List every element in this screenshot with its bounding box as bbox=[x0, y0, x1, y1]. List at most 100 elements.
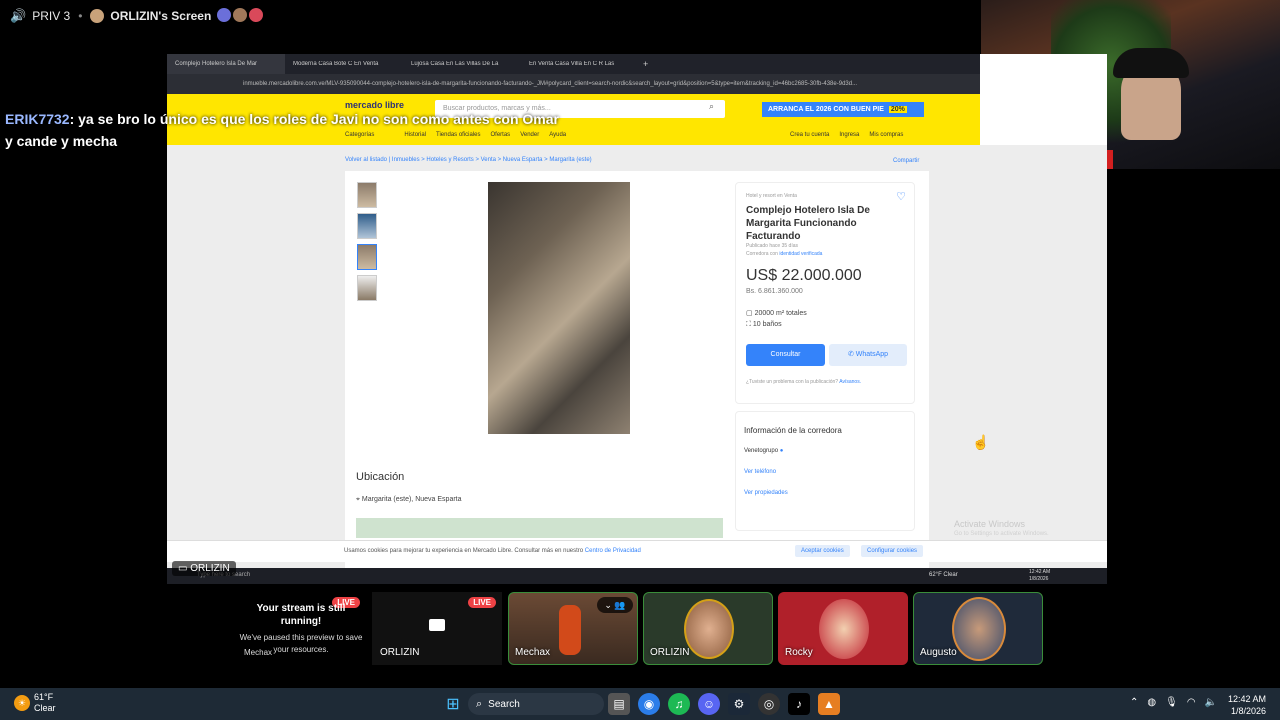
cookie-banner: Usamos cookies para mejorar tu experienc… bbox=[167, 540, 1107, 562]
gallery-thumbnail[interactable] bbox=[357, 182, 377, 208]
nav-item[interactable]: Mis compras bbox=[869, 132, 903, 138]
chat-username: ERIK7732 bbox=[5, 111, 70, 127]
network-icon[interactable]: ◍ bbox=[1147, 697, 1156, 708]
inner-time: 12:42 AM bbox=[1029, 569, 1051, 575]
paused-title: Your stream is still running! bbox=[256, 603, 346, 627]
new-tab-icon[interactable]: + bbox=[643, 59, 648, 69]
participant-tile[interactable]: ⌄ 👥 Mechax bbox=[508, 592, 638, 665]
browser-tab[interactable]: En Venta Casa Villa En C R Las bbox=[521, 61, 639, 67]
tiktok-icon[interactable]: ♪ bbox=[788, 693, 810, 715]
stream-owner-name: ORLIZIN bbox=[190, 563, 230, 574]
url-bar[interactable]: inmueble.mercadolibre.com.ve/MLV-9350900… bbox=[167, 74, 980, 94]
participant-tile[interactable]: Augusto bbox=[913, 592, 1043, 665]
taskbar-search[interactable]: ⌕ Search bbox=[468, 693, 604, 715]
accept-cookies-button[interactable]: Aceptar cookies bbox=[795, 545, 850, 557]
seller-name: Venetogrupo bbox=[744, 448, 779, 454]
system-tray: ⌃ ◍ 🎙 ◠ 🔈 bbox=[1130, 697, 1217, 708]
weather-condition: Clear bbox=[34, 703, 56, 713]
area-icon: ▢ bbox=[746, 310, 753, 317]
weather-widget[interactable]: ☀ 61°F Clear bbox=[10, 692, 56, 714]
file-explorer-icon[interactable]: ▤ bbox=[608, 693, 630, 715]
channel-name[interactable]: PRIV 3 bbox=[32, 9, 70, 23]
activate-sub: Go to Settings to activate Windows. bbox=[954, 531, 1049, 537]
separator: • bbox=[78, 9, 83, 23]
main-photo[interactable] bbox=[488, 182, 630, 434]
discord-icon[interactable]: ☺ bbox=[698, 693, 720, 715]
avatar bbox=[249, 7, 264, 22]
contact-button[interactable]: Consultar bbox=[746, 344, 825, 366]
avatar bbox=[952, 597, 1006, 661]
obs-icon[interactable]: ◎ bbox=[758, 693, 780, 715]
windows-start-icon[interactable]: ⊞ bbox=[442, 693, 464, 715]
whatsapp-button[interactable]: ✆ WhatsApp bbox=[829, 344, 907, 366]
broker-verified[interactable]: identidad verificada bbox=[779, 251, 822, 257]
seller-phone-link[interactable]: Ver teléfono bbox=[744, 469, 776, 475]
nav-item[interactable]: Ingresa bbox=[839, 132, 859, 138]
app-icon[interactable]: ▲ bbox=[818, 693, 840, 715]
breadcrumb[interactable]: Volver al listado | Inmuebles > Hoteles … bbox=[345, 157, 592, 163]
taskbar-icons: ⊞ ⌕ Search ▤ ◉ ♫ ☺ ⚙ ◎ ♪ ▲ bbox=[438, 693, 844, 715]
live-badge: LIVE bbox=[468, 597, 496, 608]
tile-name: ORLIZIN bbox=[650, 647, 690, 658]
spotify-icon[interactable]: ♫ bbox=[668, 693, 690, 715]
browser-tab[interactable]: Lujosa Casa En Las Villas De La bbox=[403, 61, 521, 67]
search-icon: ⌕ bbox=[476, 697, 483, 710]
privacy-link[interactable]: Centro de Privacidad bbox=[585, 548, 641, 554]
microphone-icon[interactable]: 🎙 bbox=[1165, 697, 1178, 708]
clock-date: 1/8/2026 bbox=[1230, 706, 1267, 716]
chat-overlay: ERIK7732: ya se bro lo único es que los … bbox=[5, 108, 565, 152]
gallery-thumbnail[interactable] bbox=[357, 275, 377, 301]
clock-time: 12:42 AM bbox=[1228, 694, 1267, 704]
activate-title: Activate Windows bbox=[954, 519, 1026, 529]
chevron-down-icon[interactable]: ⌄ 👥 bbox=[597, 597, 633, 613]
streamer-hair bbox=[1113, 48, 1189, 78]
promo-text: ARRANCA EL 2026 CON BUEN PIE bbox=[768, 106, 884, 113]
tile-name: Mechax bbox=[515, 647, 551, 658]
tile-name: Mechax bbox=[244, 648, 273, 657]
whatsapp-label: WhatsApp bbox=[855, 351, 889, 358]
tile-name: Rocky bbox=[785, 647, 813, 658]
configure-cookies-button[interactable]: Configurar cookies bbox=[861, 545, 924, 557]
participant-tile[interactable]: LIVE ORLIZIN bbox=[372, 592, 502, 665]
steam-icon[interactable]: ⚙ bbox=[728, 693, 750, 715]
problem-text: ¿Tuviste un problema con la publicación? bbox=[746, 379, 839, 385]
share-link[interactable]: Compartir bbox=[893, 158, 919, 164]
search-icon[interactable]: ⌕ bbox=[709, 101, 714, 112]
area-value: 20000 m² totales bbox=[754, 310, 807, 317]
category-label: Hotel y resort en Venta bbox=[746, 193, 797, 199]
nav-item[interactable]: Crea tu cuenta bbox=[790, 132, 829, 138]
clock[interactable]: 12:42 AM 1/8/2026 bbox=[1228, 693, 1266, 717]
avatar bbox=[819, 599, 869, 659]
participant-tile[interactable]: ORLIZIN bbox=[643, 592, 773, 665]
speaker-icon[interactable]: 🔊 bbox=[10, 8, 26, 24]
problem-link[interactable]: Avísanos. bbox=[839, 379, 861, 385]
location-pin-icon: ⌖ bbox=[356, 496, 360, 503]
price: US$ 22.000.000 bbox=[746, 267, 862, 284]
seller-props-link[interactable]: Ver propiedades bbox=[744, 490, 788, 496]
tile-name: Augusto bbox=[920, 647, 957, 658]
weather-icon: ☀ bbox=[14, 695, 30, 711]
search-label: Search bbox=[488, 698, 520, 710]
screen-share-icon bbox=[429, 619, 445, 631]
paused-preview-tile[interactable]: LIVE Your stream is still running! We've… bbox=[236, 592, 366, 665]
heart-icon[interactable]: ♡ bbox=[896, 190, 906, 203]
chat-message: : ya se bro lo único es que los roles de… bbox=[5, 111, 559, 149]
promo-banner[interactable]: ARRANCA EL 2026 CON BUEN PIE 20% bbox=[762, 102, 924, 117]
participant-tile[interactable]: Rocky bbox=[778, 592, 908, 665]
gallery-thumbnail[interactable] bbox=[357, 213, 377, 239]
volume-icon[interactable]: 🔈 bbox=[1205, 697, 1217, 708]
browser-tab[interactable]: Moderna Casa Bote C En Venta bbox=[285, 61, 403, 67]
seller-info: Información de la corredora Venetogrupo … bbox=[735, 411, 915, 531]
hand-cursor-icon: ☝ bbox=[972, 434, 990, 450]
browser-tab[interactable]: Complejo Hotelero Isla De Mar bbox=[167, 54, 285, 74]
chevron-up-icon[interactable]: ⌃ bbox=[1130, 697, 1138, 708]
inner-date: 1/8/2026 bbox=[1029, 576, 1049, 582]
chrome-icon[interactable]: ◉ bbox=[638, 693, 660, 715]
avatar bbox=[233, 7, 248, 22]
map-preview[interactable] bbox=[356, 518, 723, 538]
whatsapp-icon: ✆ bbox=[847, 351, 854, 358]
wifi-icon[interactable]: ◠ bbox=[1187, 697, 1196, 708]
discord-top-bar: 🔊 PRIV 3 • ORLIZIN's Screen bbox=[0, 0, 980, 32]
gallery-thumbnail[interactable] bbox=[357, 244, 377, 270]
price-local: Bs. 6.861.360.000 bbox=[746, 288, 803, 295]
